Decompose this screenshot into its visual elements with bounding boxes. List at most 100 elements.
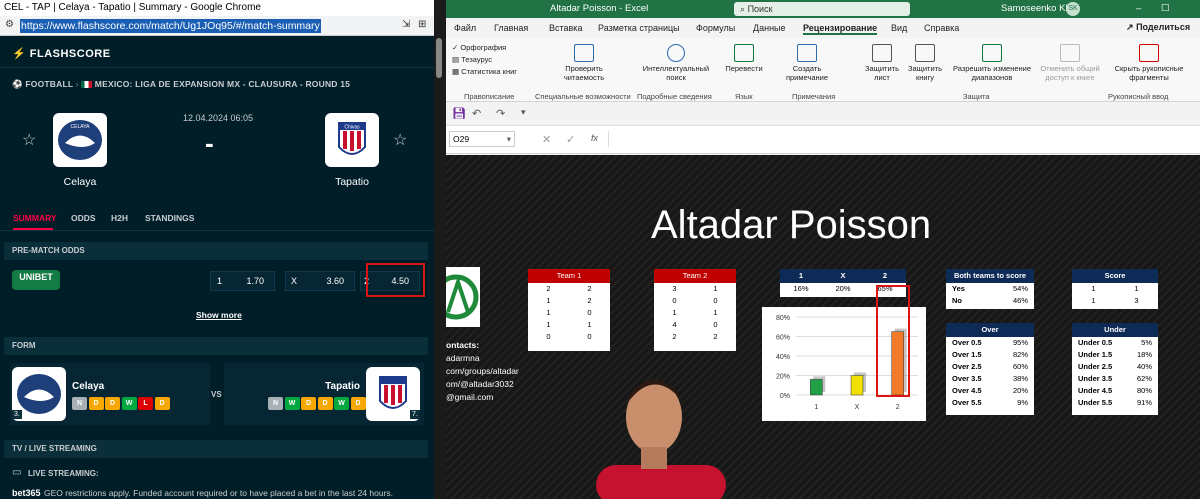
table-cell[interactable]: 38% — [990, 373, 1034, 385]
smart-lookup-button[interactable]: Интеллектуальный поиск — [636, 44, 716, 82]
translate-icon[interactable]: ⊞ — [418, 19, 426, 30]
table-cell[interactable]: Over 1.5 — [946, 349, 990, 361]
favorite-home-star-icon[interactable]: ☆ — [22, 130, 36, 150]
form-result[interactable]: W — [334, 397, 349, 410]
form-result[interactable]: D — [350, 397, 366, 410]
form-result[interactable]: N — [72, 397, 87, 410]
stats-button[interactable]: ▦ Статистика книг — [452, 66, 517, 78]
table-cell[interactable]: Under 1.5 — [1072, 349, 1115, 361]
table-cell[interactable]: 2 — [695, 331, 736, 343]
table-cell[interactable]: 3 — [1115, 295, 1158, 307]
table-cell[interactable]: Over 2.5 — [946, 361, 990, 373]
table-cell[interactable]: 46% — [990, 295, 1034, 307]
save-icon[interactable]: 💾︎ — [452, 107, 466, 120]
breadcrumb-league[interactable]: MEXICO: LIGA DE EXPANSION MX - CLAUSURA … — [95, 79, 350, 89]
allow-edit-ranges-button[interactable]: Разрешить изменение диапазонов — [951, 44, 1033, 82]
install-app-icon[interactable]: ⇲ — [402, 19, 410, 30]
spelling-button[interactable]: ✓ Орфография — [452, 42, 517, 54]
hide-ink-button[interactable]: Скрыть рукописные фрагменты — [1111, 44, 1187, 82]
tab-file[interactable]: Файл — [454, 23, 476, 33]
form-result[interactable]: W — [284, 397, 300, 410]
translate-button[interactable]: Перевести — [721, 44, 767, 73]
table-cell[interactable]: 16% — [780, 283, 822, 295]
table-cell[interactable]: 20% — [990, 385, 1034, 397]
tab-odds[interactable]: ODDS — [71, 213, 96, 223]
tab-summary[interactable]: SUMMARY — [13, 213, 57, 223]
breadcrumb-sport[interactable]: FOOTBALL — [25, 79, 73, 89]
table-cell[interactable]: 9% — [990, 397, 1034, 409]
redo-icon[interactable]: ↷ — [496, 107, 505, 120]
table-cell[interactable]: 91% — [1115, 397, 1158, 409]
form-result[interactable]: L — [138, 397, 153, 410]
table-cell[interactable]: 1 — [528, 319, 569, 331]
protect-book-button[interactable]: Защитить книгу — [901, 44, 949, 82]
table-cell[interactable]: 0 — [695, 295, 736, 307]
table-cell[interactable]: 40% — [1115, 361, 1158, 373]
undo-icon[interactable]: ↶ — [472, 107, 481, 120]
table-cell[interactable]: 82% — [990, 349, 1034, 361]
show-more-link[interactable]: Show more — [196, 310, 242, 320]
table-cell[interactable]: 3 — [654, 283, 695, 295]
table-cell[interactable]: 0 — [569, 307, 610, 319]
table-cell[interactable]: 80% — [1115, 385, 1158, 397]
table-cell[interactable]: Over 5.5 — [946, 397, 990, 409]
odd-home[interactable]: 1 1.70 — [210, 271, 275, 291]
minimize-icon[interactable]: – — [1136, 0, 1141, 18]
tab-formulas[interactable]: Формулы — [696, 23, 735, 33]
table-cell[interactable]: Over 4.5 — [946, 385, 990, 397]
table-cell[interactable]: 0 — [528, 331, 569, 343]
table-cell[interactable]: Under 4.5 — [1072, 385, 1115, 397]
table-cell[interactable]: No — [946, 295, 990, 307]
table-cell[interactable]: 1 — [695, 307, 736, 319]
table-cell[interactable]: 1 — [528, 307, 569, 319]
table-cell[interactable]: 95% — [990, 337, 1034, 349]
table-cell[interactable]: 1 — [569, 319, 610, 331]
table-cell[interactable]: 0 — [654, 295, 695, 307]
odd-draw[interactable]: X 3.60 — [285, 271, 355, 291]
protect-sheet-button[interactable]: Защитить лист — [858, 44, 906, 82]
table-cell[interactable]: Over 0.5 — [946, 337, 990, 349]
form-result[interactable]: D — [317, 397, 333, 410]
form-result[interactable]: N — [268, 397, 283, 410]
favorite-away-star-icon[interactable]: ☆ — [393, 130, 407, 150]
tab-help[interactable]: Справка — [924, 23, 959, 33]
home-team-logo[interactable]: CELAYA — [53, 113, 107, 167]
table-cell[interactable]: 1 — [1115, 283, 1158, 295]
tab-page-layout[interactable]: Разметка страницы — [598, 23, 680, 33]
avatar[interactable]: SK — [1066, 2, 1080, 16]
scrollbar-thumb[interactable] — [436, 38, 442, 78]
tab-standings[interactable]: STANDINGS — [145, 213, 194, 223]
table-cell[interactable]: 18% — [1115, 349, 1158, 361]
tab-view[interactable]: Вид — [891, 23, 907, 33]
table-cell[interactable]: 5% — [1115, 337, 1158, 349]
site-info-icon[interactable]: ⚙ — [5, 19, 14, 30]
away-team-name[interactable]: Tapatio — [322, 176, 382, 188]
table-cell[interactable]: 60% — [990, 361, 1034, 373]
worksheet[interactable]: Altadar Poisson ontacts: adarmna com/gro… — [446, 155, 1200, 499]
form-result[interactable]: D — [105, 397, 120, 410]
table-cell[interactable]: 0 — [695, 319, 736, 331]
url-text[interactable]: https://www.flashscore.com/match/Ug1JOq9… — [20, 19, 321, 33]
insert-function-icon[interactable]: fx — [591, 133, 598, 143]
table-cell[interactable]: Under 5.5 — [1072, 397, 1115, 409]
form-result[interactable]: W — [121, 397, 137, 410]
form-home-panel[interactable]: 3. Celaya N D D W L D — [10, 363, 210, 425]
form-away-panel[interactable]: Tapatio N W D D W D 7. — [224, 363, 424, 425]
table-cell[interactable]: Under 3.5 — [1072, 373, 1115, 385]
form-result[interactable]: D — [154, 397, 170, 410]
away-team-logo[interactable]: Chivas — [325, 113, 379, 167]
cancel-icon[interactable]: ✕ — [542, 133, 551, 146]
thesaurus-button[interactable]: ▤ Тезаурус — [452, 54, 517, 66]
table-cell[interactable]: 1 — [528, 295, 569, 307]
name-box[interactable]: O29 ▾ — [449, 131, 515, 147]
table-cell[interactable]: 4 — [654, 319, 695, 331]
customize-qat-icon[interactable]: ▾ — [521, 107, 526, 118]
tab-data[interactable]: Данные — [753, 23, 786, 33]
table-cell[interactable]: 2 — [569, 295, 610, 307]
formula-input[interactable] — [608, 131, 1196, 147]
enter-icon[interactable]: ✓ — [566, 133, 575, 146]
new-note-button[interactable]: Создать примечание — [776, 44, 838, 82]
table-cell[interactable]: 1 — [1072, 295, 1115, 307]
table-cell[interactable]: Yes — [946, 283, 990, 295]
address-bar[interactable]: ⚙ https://www.flashscore.com/match/Ug1JO… — [0, 16, 434, 36]
